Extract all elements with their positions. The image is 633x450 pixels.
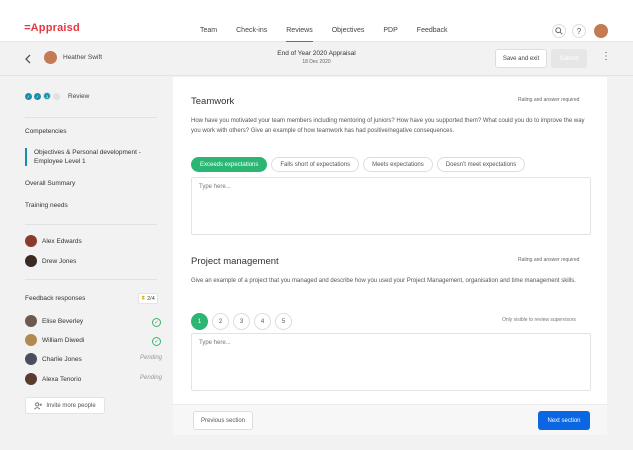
rating-option-doesnt-meet[interactable]: Doesn't meet expectations bbox=[436, 157, 526, 172]
feedback-person: Elise Beverley bbox=[25, 315, 83, 327]
feedback-person: William Diwedi bbox=[25, 334, 84, 346]
sidebar-item-competencies[interactable]: Competencies bbox=[25, 128, 67, 135]
step-complete-icon: ✓ bbox=[25, 92, 32, 100]
teamwork-answer-field[interactable]: Type here... bbox=[191, 177, 591, 235]
sidebar-item-training-needs[interactable]: Training needs bbox=[25, 202, 68, 209]
top-navbar: =Appraisd Team Check-ins Reviews Objecti… bbox=[0, 0, 633, 43]
required-note: Rating and answer required bbox=[518, 257, 580, 263]
avatar bbox=[25, 235, 37, 247]
current-user-avatar[interactable] bbox=[594, 24, 608, 38]
divider bbox=[25, 224, 157, 225]
visibility-note: Only visible to review supervisors bbox=[502, 317, 576, 323]
rating-option-falls-short[interactable]: Falls short of expectations bbox=[271, 157, 360, 172]
add-person-icon bbox=[34, 401, 43, 409]
previous-section-button[interactable]: Previous section bbox=[193, 411, 253, 430]
feedback-person: Charlie Jones bbox=[25, 353, 82, 365]
reviewer: Alex Edwards bbox=[25, 235, 82, 247]
feedback-person: Alexa Tenorio bbox=[25, 373, 81, 385]
divider bbox=[25, 279, 157, 280]
reviewer-name: Drew Jones bbox=[42, 257, 77, 265]
rating-option-exceeds[interactable]: Exceeds expectations bbox=[191, 157, 268, 172]
progress-steps: ✓ ✓ 3 Review bbox=[25, 92, 89, 100]
sidebar-item-objectives[interactable]: Objectives & Personal development - Empl… bbox=[25, 148, 155, 166]
rating-3[interactable]: 3 bbox=[233, 313, 250, 330]
project-question: Give an example of a project that you ma… bbox=[191, 278, 576, 284]
check-icon: ✓ bbox=[152, 318, 161, 327]
feedback-person-name: Elise Beverley bbox=[42, 317, 84, 325]
help-icon[interactable]: ? bbox=[572, 24, 586, 38]
rating-4[interactable]: 4 bbox=[254, 313, 271, 330]
step-label: Review bbox=[68, 92, 90, 100]
feedback-person-name: Alexa Tenorio bbox=[42, 375, 82, 383]
nav-team[interactable]: Team bbox=[200, 27, 217, 43]
project-rating-scale: 1 2 3 4 5 bbox=[191, 313, 296, 330]
rating-option-meets[interactable]: Meets expectations bbox=[363, 157, 433, 172]
status-pending: Pending bbox=[140, 375, 163, 381]
next-section-button[interactable]: Next section bbox=[538, 411, 590, 430]
nav-feedback[interactable]: Feedback bbox=[417, 27, 448, 43]
avatar bbox=[25, 334, 37, 346]
step-pending bbox=[53, 92, 60, 100]
rating-1[interactable]: 1 bbox=[191, 313, 208, 330]
feedback-responses-title: Feedback responses bbox=[25, 295, 86, 302]
nav-pdp[interactable]: PDP bbox=[383, 27, 397, 43]
nav-objectives[interactable]: Objectives bbox=[332, 27, 365, 43]
feedback-count-badge: ⧗ 2/4 bbox=[138, 293, 158, 304]
rating-5[interactable]: 5 bbox=[275, 313, 292, 330]
reviewer-name: Alex Edwards bbox=[42, 237, 82, 245]
avatar bbox=[25, 255, 37, 267]
sidebar-item-overall-summary[interactable]: Overall Summary bbox=[25, 180, 75, 187]
teamwork-rating-options: Exceeds expectations Falls short of expe… bbox=[191, 157, 529, 172]
rating-2[interactable]: 2 bbox=[212, 313, 229, 330]
hourglass-icon: ⧗ bbox=[141, 295, 146, 301]
avatar bbox=[25, 373, 37, 385]
submit-button[interactable]: Submit bbox=[551, 49, 587, 68]
appraisd-logo[interactable]: =Appraisd bbox=[24, 22, 80, 34]
nav-reviews[interactable]: Reviews bbox=[286, 27, 313, 43]
section-title-teamwork: Teamwork bbox=[191, 96, 235, 107]
section-title-project-management: Project management bbox=[191, 256, 279, 267]
step-complete-icon: ✓ bbox=[34, 92, 41, 100]
main-nav: Team Check-ins Reviews Objectives PDP Fe… bbox=[200, 27, 467, 43]
invite-more-people-button[interactable]: Invite more people bbox=[25, 397, 105, 414]
save-and-exit-button[interactable]: Save and exit bbox=[495, 49, 547, 68]
feedback-person-name: Charlie Jones bbox=[42, 355, 82, 363]
review-form: Teamwork Rating and answer required How … bbox=[173, 77, 607, 404]
project-answer-field[interactable]: Type here... bbox=[191, 333, 591, 391]
feedback-person-name: William Diwedi bbox=[42, 336, 85, 344]
more-options-icon[interactable]: ⋮ bbox=[601, 51, 611, 62]
nav-checkins[interactable]: Check-ins bbox=[236, 27, 267, 43]
avatar bbox=[25, 353, 37, 365]
sidebar: ✓ ✓ 3 Review Competencies Objectives & P… bbox=[0, 77, 172, 450]
step-current: 3 bbox=[43, 92, 51, 100]
divider bbox=[25, 117, 157, 118]
status-pending: Pending bbox=[140, 355, 163, 361]
required-note: Rating and answer required bbox=[518, 97, 580, 103]
check-icon: ✓ bbox=[152, 337, 161, 346]
search-icon[interactable] bbox=[552, 24, 566, 38]
reviewer: Drew Jones bbox=[25, 255, 76, 267]
section-footer: Previous section Next section bbox=[173, 404, 607, 435]
teamwork-question: How have you motivated your team members… bbox=[191, 118, 585, 134]
avatar bbox=[25, 315, 37, 327]
